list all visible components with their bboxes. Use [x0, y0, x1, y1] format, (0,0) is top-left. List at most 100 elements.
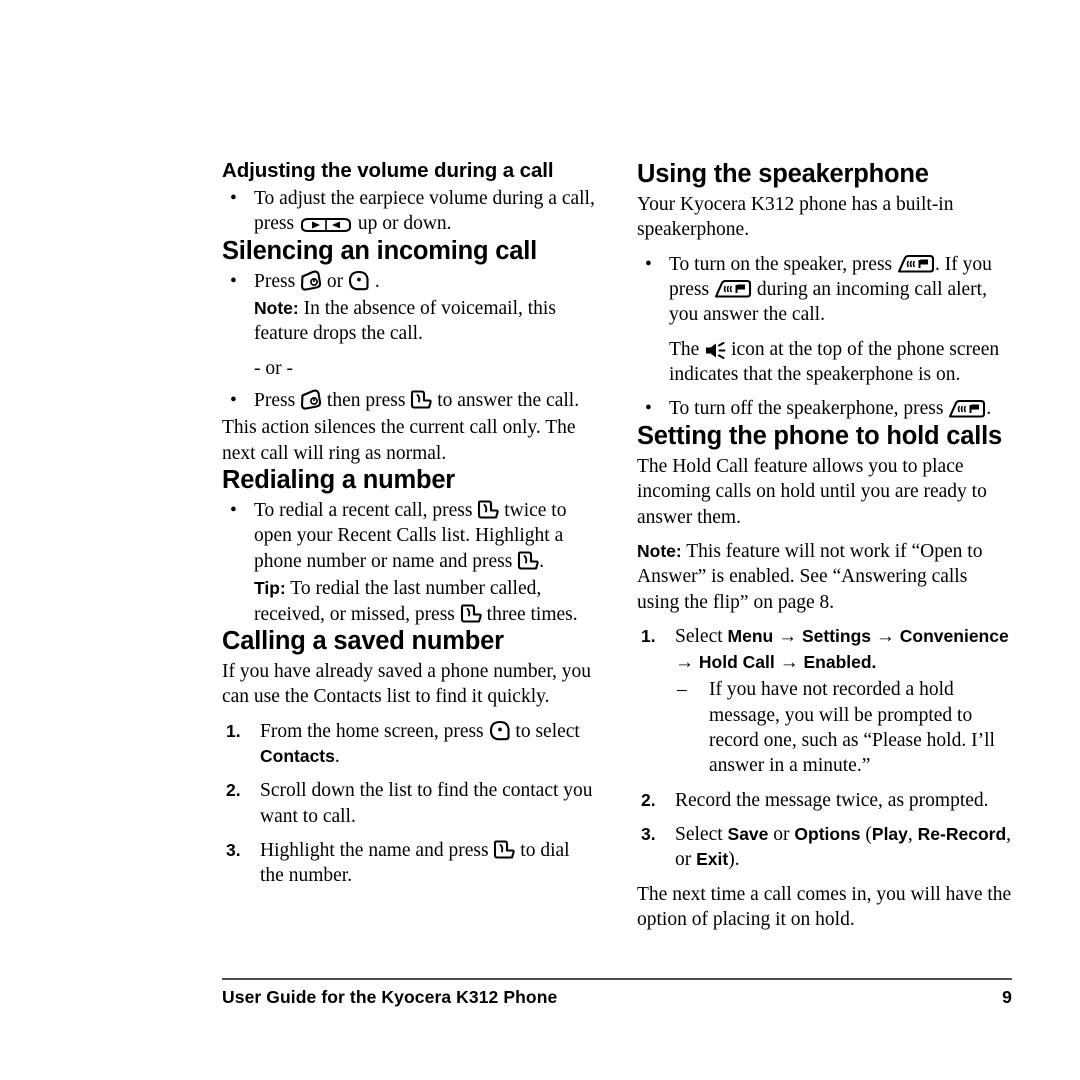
bullet-dot-icon: • [230, 390, 237, 412]
ui-label-convenience: Convenience [899, 625, 1009, 646]
ui-label-settings: Settings [801, 625, 872, 646]
list-item: • Press or . [222, 269, 597, 294]
hold-calls-closing: The next time a call comes in, you will … [637, 883, 1012, 931]
footer-title: User Guide for the Kyocera K312 Phone [222, 987, 558, 1007]
note-voicemail: Note: In the absence of voicemail, this … [222, 296, 597, 347]
tip-redial: Tip: To redial the last number called, r… [222, 576, 597, 627]
tip-text-post: three times. [486, 603, 578, 625]
note-label: Note: [254, 298, 299, 319]
step-text: Scroll down the list to find the contact… [260, 780, 593, 827]
footer-divider [222, 978, 1012, 980]
arrow-icon: → [675, 651, 694, 673]
silencing-bullet-list: • Press or . [222, 269, 597, 294]
speakerphone-key-icon [714, 279, 752, 299]
list-item: • To turn on the speaker, press . If you … [637, 252, 1012, 328]
page-number: 9 [1002, 987, 1012, 1007]
ui-label-re-record: Re-Record [917, 824, 1007, 844]
step-text-select: Select [675, 625, 723, 647]
send-talk-key-icon [477, 499, 500, 520]
heading-calling-a-saved-number: Calling a saved number [222, 626, 504, 655]
comma: , [907, 824, 913, 845]
send-talk-key-icon [493, 839, 516, 860]
list-item: • To turn off the speakerphone, press . [637, 396, 1012, 421]
send-talk-key-icon [517, 550, 539, 571]
hold-calls-steps: 1. Select Menu → Settings → Convenience →… [637, 624, 1012, 873]
heading-redialing-a-number: Redialing a number [222, 466, 456, 495]
ok-select-key-icon [348, 270, 370, 291]
arrow-icon: → [778, 625, 798, 647]
list-item: 2. Record the message twice, as prompted. [637, 788, 1012, 813]
speakerphone-key-icon [948, 399, 986, 419]
list-item: 3. Select Save or Options (Play, Re-Recor… [637, 822, 1012, 873]
step-text-pre: From the home screen, press [260, 720, 484, 742]
bullet-text-pre: To turn off the speakerphone, press [669, 398, 944, 420]
dash-marker-icon: – [677, 679, 687, 701]
speaker-indicator-note: The icon at the top of the phone screen … [637, 337, 1012, 388]
list-item: • Press then press to answer the call. [222, 388, 597, 413]
list-item: 3. Highlight the name and press to dial t… [222, 838, 597, 889]
arrow-icon: → [875, 625, 895, 647]
bullet-text-mid: then press [326, 390, 406, 412]
ui-label-menu: Menu [727, 625, 774, 646]
speaker-on-indicator-icon [704, 342, 726, 360]
note-text: In the absence of voicemail, this featur… [254, 298, 556, 345]
page-content: Adjusting the volume during a call • To a… [222, 159, 1012, 932]
step-number: 2. [226, 780, 241, 801]
bullet-text-post: . [539, 550, 545, 572]
paren-close: ). [728, 849, 740, 871]
hold-calls-intro: The Hold Call feature allows you to plac… [637, 455, 987, 528]
ui-label-options: Options [794, 824, 861, 844]
step-text: Record the message twice, as prompted. [675, 789, 989, 811]
step-number: 2. [641, 789, 656, 810]
ok-select-key-icon [489, 720, 511, 741]
step-text-select: Select [675, 824, 723, 845]
heading-silencing-incoming-call: Silencing an incoming call [222, 236, 538, 265]
ui-label-hold-call: Hold Call [698, 651, 775, 672]
step-text-or-2: or [675, 849, 692, 871]
bullet-dot-icon: • [230, 187, 237, 209]
silencing-trailing-paragraph: This action silences the current call on… [222, 417, 576, 464]
heading-adjusting-volume: Adjusting the volume during a call [222, 159, 554, 182]
indicator-text-pre: The [669, 338, 700, 360]
left-column: Adjusting the volume during a call • To a… [222, 159, 597, 889]
speakerphone-intro: Your Kyocera K312 phone has a built-in s… [637, 194, 954, 241]
right-column: Using the speakerphone Your Kyocera K312… [637, 160, 1012, 932]
bullet-text-post: up or down. [357, 213, 452, 235]
bullet-text-pre: To turn on the speaker, press [669, 253, 893, 275]
step-1-substeps: – If you have not recorded a hold message… [675, 677, 1012, 778]
step-text-pre: Highlight the name and press [260, 839, 489, 861]
list-item: – If you have not recorded a hold message… [675, 677, 1012, 778]
list-item: 1. From the home screen, press to select … [222, 719, 597, 770]
comma: , [1006, 824, 1012, 845]
ui-label-enabled: Enabled. [803, 651, 877, 672]
heading-setting-phone-to-hold-calls: Setting the phone to hold calls [637, 421, 1002, 450]
bullet-dot-icon: • [645, 398, 652, 420]
list-item: 1. Select Menu → Settings → Convenience →… [637, 624, 1012, 779]
ui-label-exit: Exit [696, 849, 729, 870]
substep-text: If you have not recorded a hold message,… [709, 679, 995, 777]
bullet-text-pre: To redial a recent call, press [254, 500, 473, 522]
ui-label-save: Save [727, 824, 769, 844]
volume-rocker-key-icon [299, 216, 353, 234]
note-text: This feature will not work if “Open to A… [637, 540, 983, 613]
bullet-text-post: . [374, 270, 380, 292]
heading-using-the-speakerphone: Using the speakerphone [637, 160, 929, 188]
bullet-text-post: . [986, 398, 992, 420]
step-text-post: . [334, 745, 340, 767]
step-number: 1. [226, 720, 241, 741]
arrow-icon: → [779, 651, 799, 673]
ui-label-play: Play [871, 824, 908, 844]
end-power-key-icon [300, 270, 322, 291]
step-number: 3. [226, 839, 241, 860]
calling-saved-steps: 1. From the home screen, press to select … [222, 719, 597, 889]
note-hold-calls: Note: This feature will not work if “Ope… [637, 539, 1012, 615]
speakerphone-key-icon [897, 254, 935, 274]
bullet-dot-icon: • [645, 253, 652, 275]
footer-row: User Guide for the Kyocera K312 Phone 9 [222, 987, 1012, 1008]
calling-saved-intro: If you have already saved a phone number… [222, 660, 592, 708]
speakerphone-bullet-list: • To turn on the speaker, press . If you … [637, 252, 1012, 328]
list-item: 2. Scroll down the list to find the conta… [222, 778, 597, 829]
